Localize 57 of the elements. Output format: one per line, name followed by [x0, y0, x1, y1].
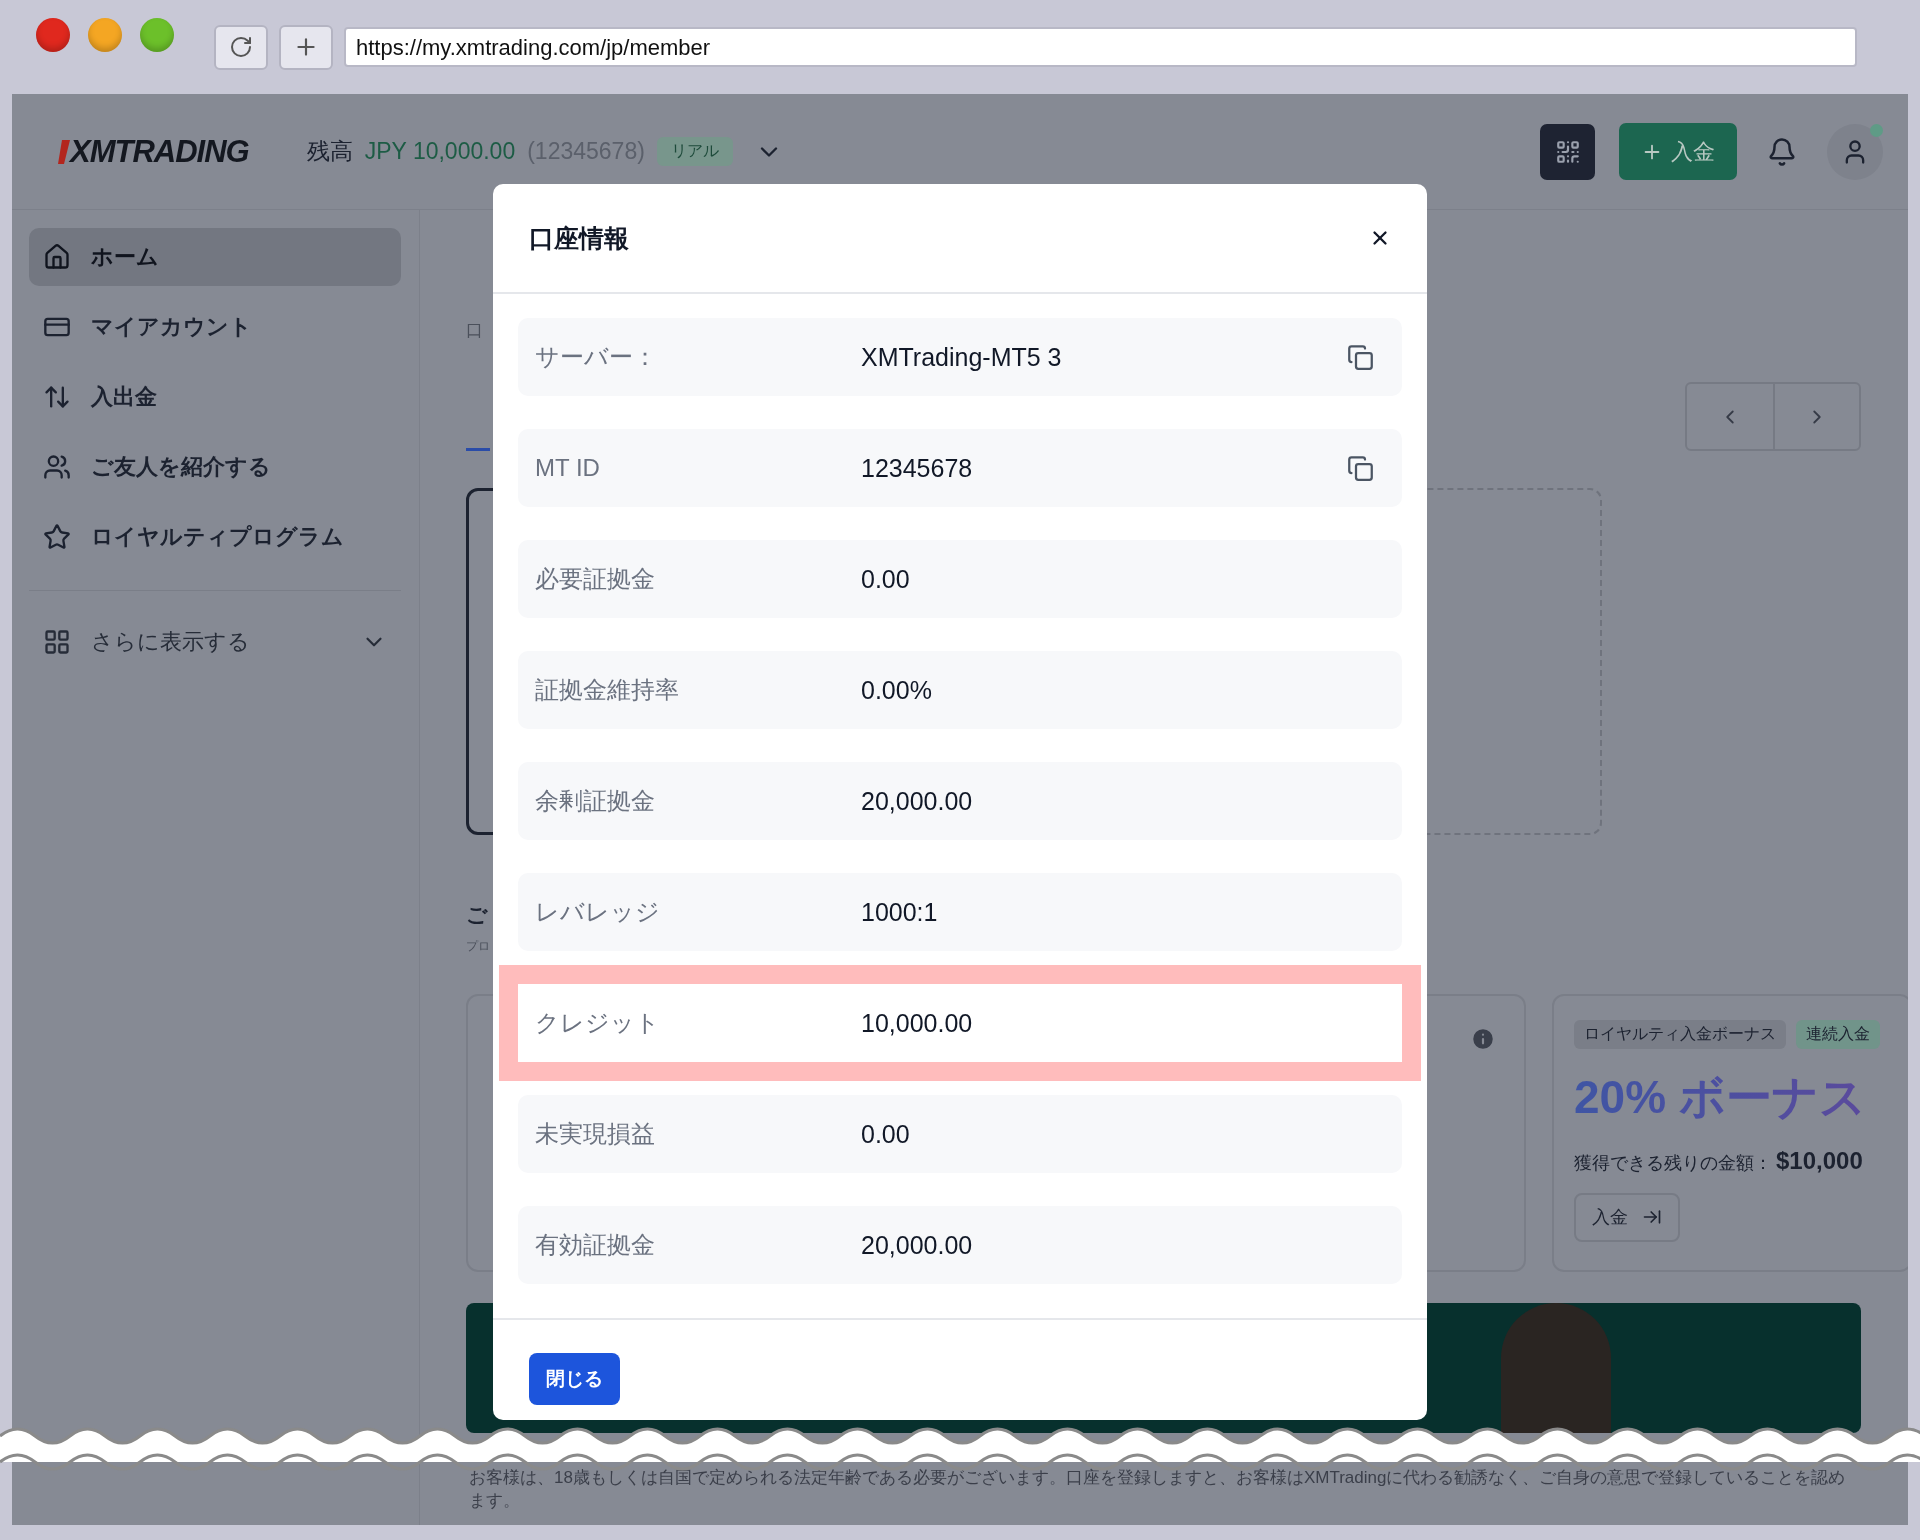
close-dialog-button[interactable]: 閉じる [529, 1353, 620, 1405]
close-window-icon[interactable] [36, 18, 70, 52]
sidebar-item[interactable]: ホーム [29, 228, 401, 286]
row-label: MT ID [535, 454, 601, 482]
sidebar-item[interactable]: ご友人を紹介する [29, 438, 401, 496]
tag: ロイヤルティ入金ボーナス [1574, 1019, 1786, 1049]
row-value: 20,000.00 [861, 1230, 974, 1260]
row-label: サーバー： [535, 342, 658, 372]
logo-mark-icon [58, 139, 70, 164]
logo: XMTRADING [70, 133, 249, 170]
row-value: 0.00 [861, 1119, 911, 1149]
bell-icon [1767, 136, 1797, 167]
row-value: 12345678 [861, 453, 974, 483]
home-icon [43, 243, 71, 271]
row-value: 0.00% [861, 675, 933, 705]
row-label: 余剰証拠金 [535, 786, 656, 816]
row-label: クレジット [535, 1008, 661, 1038]
star-icon [43, 523, 71, 551]
account-type-badge: リアル [656, 137, 733, 166]
sidebar-item[interactable]: ロイヤルティプログラム [29, 508, 401, 566]
row-label: 必要証拠金 [535, 564, 656, 594]
sidebar-item[interactable]: 入出金 [29, 368, 401, 426]
row-value: XMTrading-MT5 3 [861, 342, 1063, 372]
grid-icon [43, 628, 71, 656]
new-tab-button[interactable] [279, 24, 333, 70]
row-label: レバレッジ [535, 897, 661, 927]
remaining-amount: $10,000 [1776, 1146, 1863, 1175]
qr-code-icon [1554, 138, 1581, 165]
show-more-item[interactable]: さらに表示する [29, 613, 401, 671]
row-label: 証拠金維持率 [535, 675, 680, 705]
notifications-button[interactable] [1767, 136, 1797, 167]
row-label: 未実現損益 [535, 1119, 656, 1149]
row-label: 有効証拠金 [535, 1230, 656, 1260]
people-icon [43, 453, 71, 481]
reload-button[interactable] [214, 24, 268, 70]
balance-amount: JPY 10,000.00 [364, 138, 516, 165]
status-dot [1870, 123, 1883, 137]
tab-indicator [466, 448, 490, 452]
row-value: 20,000.00 [861, 786, 974, 816]
remaining-label: 獲得できる残りの金額： [1574, 1151, 1772, 1175]
deposit-button[interactable]: 入金 [1574, 1192, 1680, 1242]
row-value: 0.00 [861, 564, 911, 594]
copy-icon[interactable] [1347, 454, 1374, 482]
tag: 連続入金 [1796, 1019, 1880, 1049]
section-subtitle: 口 [466, 320, 483, 342]
deposit-button[interactable]: 入金 [1619, 123, 1737, 180]
dialog-title: 口座情報 [529, 222, 629, 254]
qr-code-button[interactable] [1540, 123, 1595, 180]
section-title: ご [466, 902, 488, 929]
address-bar[interactable]: https://my.xmtrading.com/jp/member [344, 27, 1857, 67]
reload-icon [229, 35, 253, 59]
row-value: 10,000.00 [861, 1008, 974, 1038]
row-value: 1000:1 [861, 897, 939, 927]
disclaimer-text: お客様は、18歳もしくは自国で定められる法定年齢である必要がございます。口座を登録しますと、お客様はXMTradingに代わる勧誘なく、ご自身の意思で登録していることを認めます。 [469, 1466, 1847, 1512]
balance-label: 残高 [306, 137, 353, 166]
copy-icon[interactable] [1347, 343, 1374, 371]
sidebar-item[interactable]: マイアカウント [29, 298, 401, 356]
